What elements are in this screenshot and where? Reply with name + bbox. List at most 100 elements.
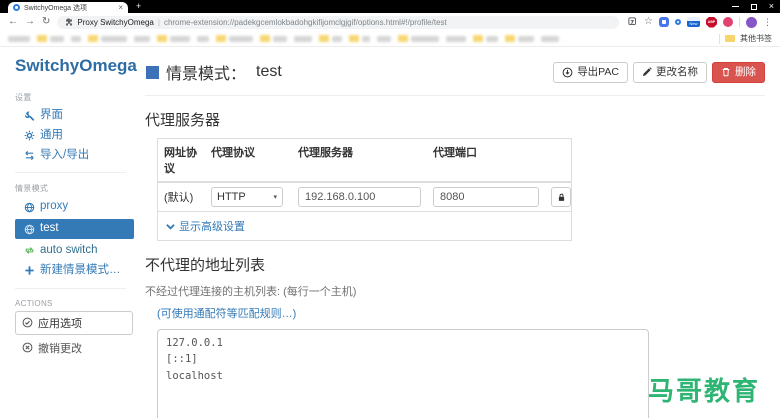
folder-icon xyxy=(37,35,47,42)
bookmark-item[interactable] xyxy=(473,35,498,42)
x-circle-icon xyxy=(22,342,33,353)
server-input[interactable] xyxy=(298,187,421,207)
window-close-icon[interactable]: × xyxy=(769,2,774,11)
sidebar-item-label: 界面 xyxy=(40,109,63,121)
bypass-description: 不经过代理连接的主机列表: (每行一个主机) xyxy=(145,286,357,298)
bookmark-item[interactable] xyxy=(319,35,342,42)
protocol-select[interactable]: HTTP ▾ xyxy=(211,187,283,207)
revert-changes-button[interactable]: 撤销更改 xyxy=(15,335,136,359)
bookmark-label-blurred xyxy=(332,35,342,42)
sidebar-item-import-export[interactable]: 导入/导出 xyxy=(15,146,136,166)
bookmark-item[interactable] xyxy=(88,35,127,42)
bookmark-label-blurred xyxy=(134,35,150,42)
main-content: 情景模式： test 导出PAC 更改名称 删除 代理服务器 网址协议 代理协议… xyxy=(140,47,780,418)
apply-options-label: 应用选项 xyxy=(38,317,82,330)
address-separator: | xyxy=(157,17,160,27)
minimize-icon[interactable] xyxy=(731,6,739,7)
bookmark-label-blurred xyxy=(518,35,534,42)
sidebar-item-profile-test[interactable]: test xyxy=(15,219,134,239)
bookmark-label-blurred xyxy=(101,35,127,42)
sidebar-divider xyxy=(15,172,126,174)
folder-icon xyxy=(260,35,270,42)
scheme-cell: (默认) xyxy=(164,192,194,204)
other-bookmarks[interactable]: 其他书签 xyxy=(719,33,772,44)
bookmark-item[interactable] xyxy=(260,35,287,42)
bookmark-label-blurred xyxy=(377,35,391,42)
profile-avatar[interactable] xyxy=(746,16,757,28)
bookmark-item[interactable] xyxy=(398,35,439,42)
repeat-icon xyxy=(25,247,34,255)
extension-icon-blue[interactable] xyxy=(659,17,669,27)
sidebar-item-interface[interactable]: 界面 xyxy=(15,106,136,126)
port-input[interactable] xyxy=(433,187,539,207)
sidebar-item-profile-auto-switch[interactable]: auto switch xyxy=(15,241,136,261)
sidebar-item-new-profile[interactable]: 新建情景模式… xyxy=(15,261,136,281)
show-advanced-link[interactable]: 显示高级设置 xyxy=(158,211,571,240)
wildcard-hint-link[interactable]: (可使用通配符等匹配规则…) xyxy=(157,305,765,321)
apply-options-button[interactable]: 应用选项 xyxy=(15,310,133,335)
extension-puzzle-icon xyxy=(66,18,73,26)
bookmark-item[interactable] xyxy=(377,35,391,42)
lock-icon xyxy=(558,193,564,201)
bookmark-item[interactable] xyxy=(71,35,81,42)
switchyomega-options-page: SwitchyOmega 设置 界面 通用 导入/导出 情景模式 proxy t… xyxy=(0,47,780,418)
bookmark-item[interactable] xyxy=(446,35,466,42)
bookmark-item[interactable] xyxy=(541,35,559,42)
sidebar-item-profile-proxy[interactable]: proxy xyxy=(15,197,136,217)
bookmark-item[interactable] xyxy=(197,35,209,42)
bookmark-item[interactable] xyxy=(505,35,534,42)
column-header-scheme: 网址协议 xyxy=(158,139,205,183)
new-tab-button[interactable]: + xyxy=(136,1,141,12)
bookmark-star-icon[interactable]: ☆ xyxy=(644,17,653,27)
reload-icon[interactable]: ↻ xyxy=(42,17,50,27)
tab-close-icon[interactable]: × xyxy=(118,3,123,12)
bookmark-item[interactable] xyxy=(134,35,150,42)
folder-icon xyxy=(725,35,735,42)
bookmark-item[interactable] xyxy=(157,35,190,42)
auth-lock-button[interactable] xyxy=(551,187,571,207)
forward-icon[interactable]: → xyxy=(25,17,35,27)
sidebar-item-general[interactable]: 通用 xyxy=(15,126,136,146)
bookmark-item[interactable] xyxy=(37,35,64,42)
bookmark-label-blurred xyxy=(170,35,190,42)
bookmark-label-blurred xyxy=(411,35,439,42)
browser-titlebar: SwitchyOmega 选项 × + × xyxy=(0,0,780,13)
extension-icon-new[interactable]: New xyxy=(687,17,700,27)
browser-menu-icon[interactable]: ⋮ xyxy=(763,17,772,27)
table-header-row: 网址协议 代理协议 代理服务器 代理端口 xyxy=(158,139,571,183)
new-badge: New xyxy=(687,21,700,27)
export-pac-button[interactable]: 导出PAC xyxy=(553,61,628,83)
rename-button[interactable]: 更改名称 xyxy=(633,61,707,83)
bookmarks-bar: 其他书签 xyxy=(0,31,780,47)
extension-name: Proxy SwitchyOmega xyxy=(77,17,154,27)
bookmark-item[interactable] xyxy=(349,35,370,42)
profile-color-square xyxy=(146,65,159,79)
rename-label: 更改名称 xyxy=(656,65,698,78)
adblock-plus-icon[interactable]: ABP xyxy=(706,16,717,28)
switchyomega-toolbar-icon[interactable] xyxy=(675,19,681,25)
app-logo: SwitchyOmega xyxy=(15,56,137,75)
bookmark-item[interactable] xyxy=(294,35,312,42)
sidebar: SwitchyOmega 设置 界面 通用 导入/导出 情景模式 proxy t… xyxy=(0,47,140,418)
bookmark-item[interactable] xyxy=(8,35,30,42)
folder-icon xyxy=(505,35,515,42)
column-header-server: 代理服务器 xyxy=(292,139,427,183)
extension-icon-red[interactable] xyxy=(723,17,733,27)
browser-tab[interactable]: SwitchyOmega 选项 × xyxy=(8,2,128,13)
delete-button[interactable]: 删除 xyxy=(712,61,765,83)
revert-changes-label: 撤销更改 xyxy=(38,342,82,355)
address-bar[interactable]: Proxy SwitchyOmega | chrome-extension://… xyxy=(57,15,620,29)
plus-icon xyxy=(25,266,34,275)
maximize-icon[interactable] xyxy=(750,3,757,10)
bookmarks-separator xyxy=(719,33,720,44)
protocol-value: HTTP xyxy=(217,191,246,203)
bookmark-label-blurred xyxy=(50,35,64,42)
back-icon[interactable]: ← xyxy=(8,17,18,27)
settings-section-label: 设置 xyxy=(15,93,32,102)
translate-icon[interactable] xyxy=(628,17,638,27)
bypass-list-textarea[interactable]: 127.0.0.1 [::1] localhost xyxy=(157,329,649,418)
globe-icon xyxy=(24,202,35,213)
delete-label: 删除 xyxy=(735,65,756,78)
wrench-icon xyxy=(25,111,35,122)
bookmark-item[interactable] xyxy=(216,35,253,42)
